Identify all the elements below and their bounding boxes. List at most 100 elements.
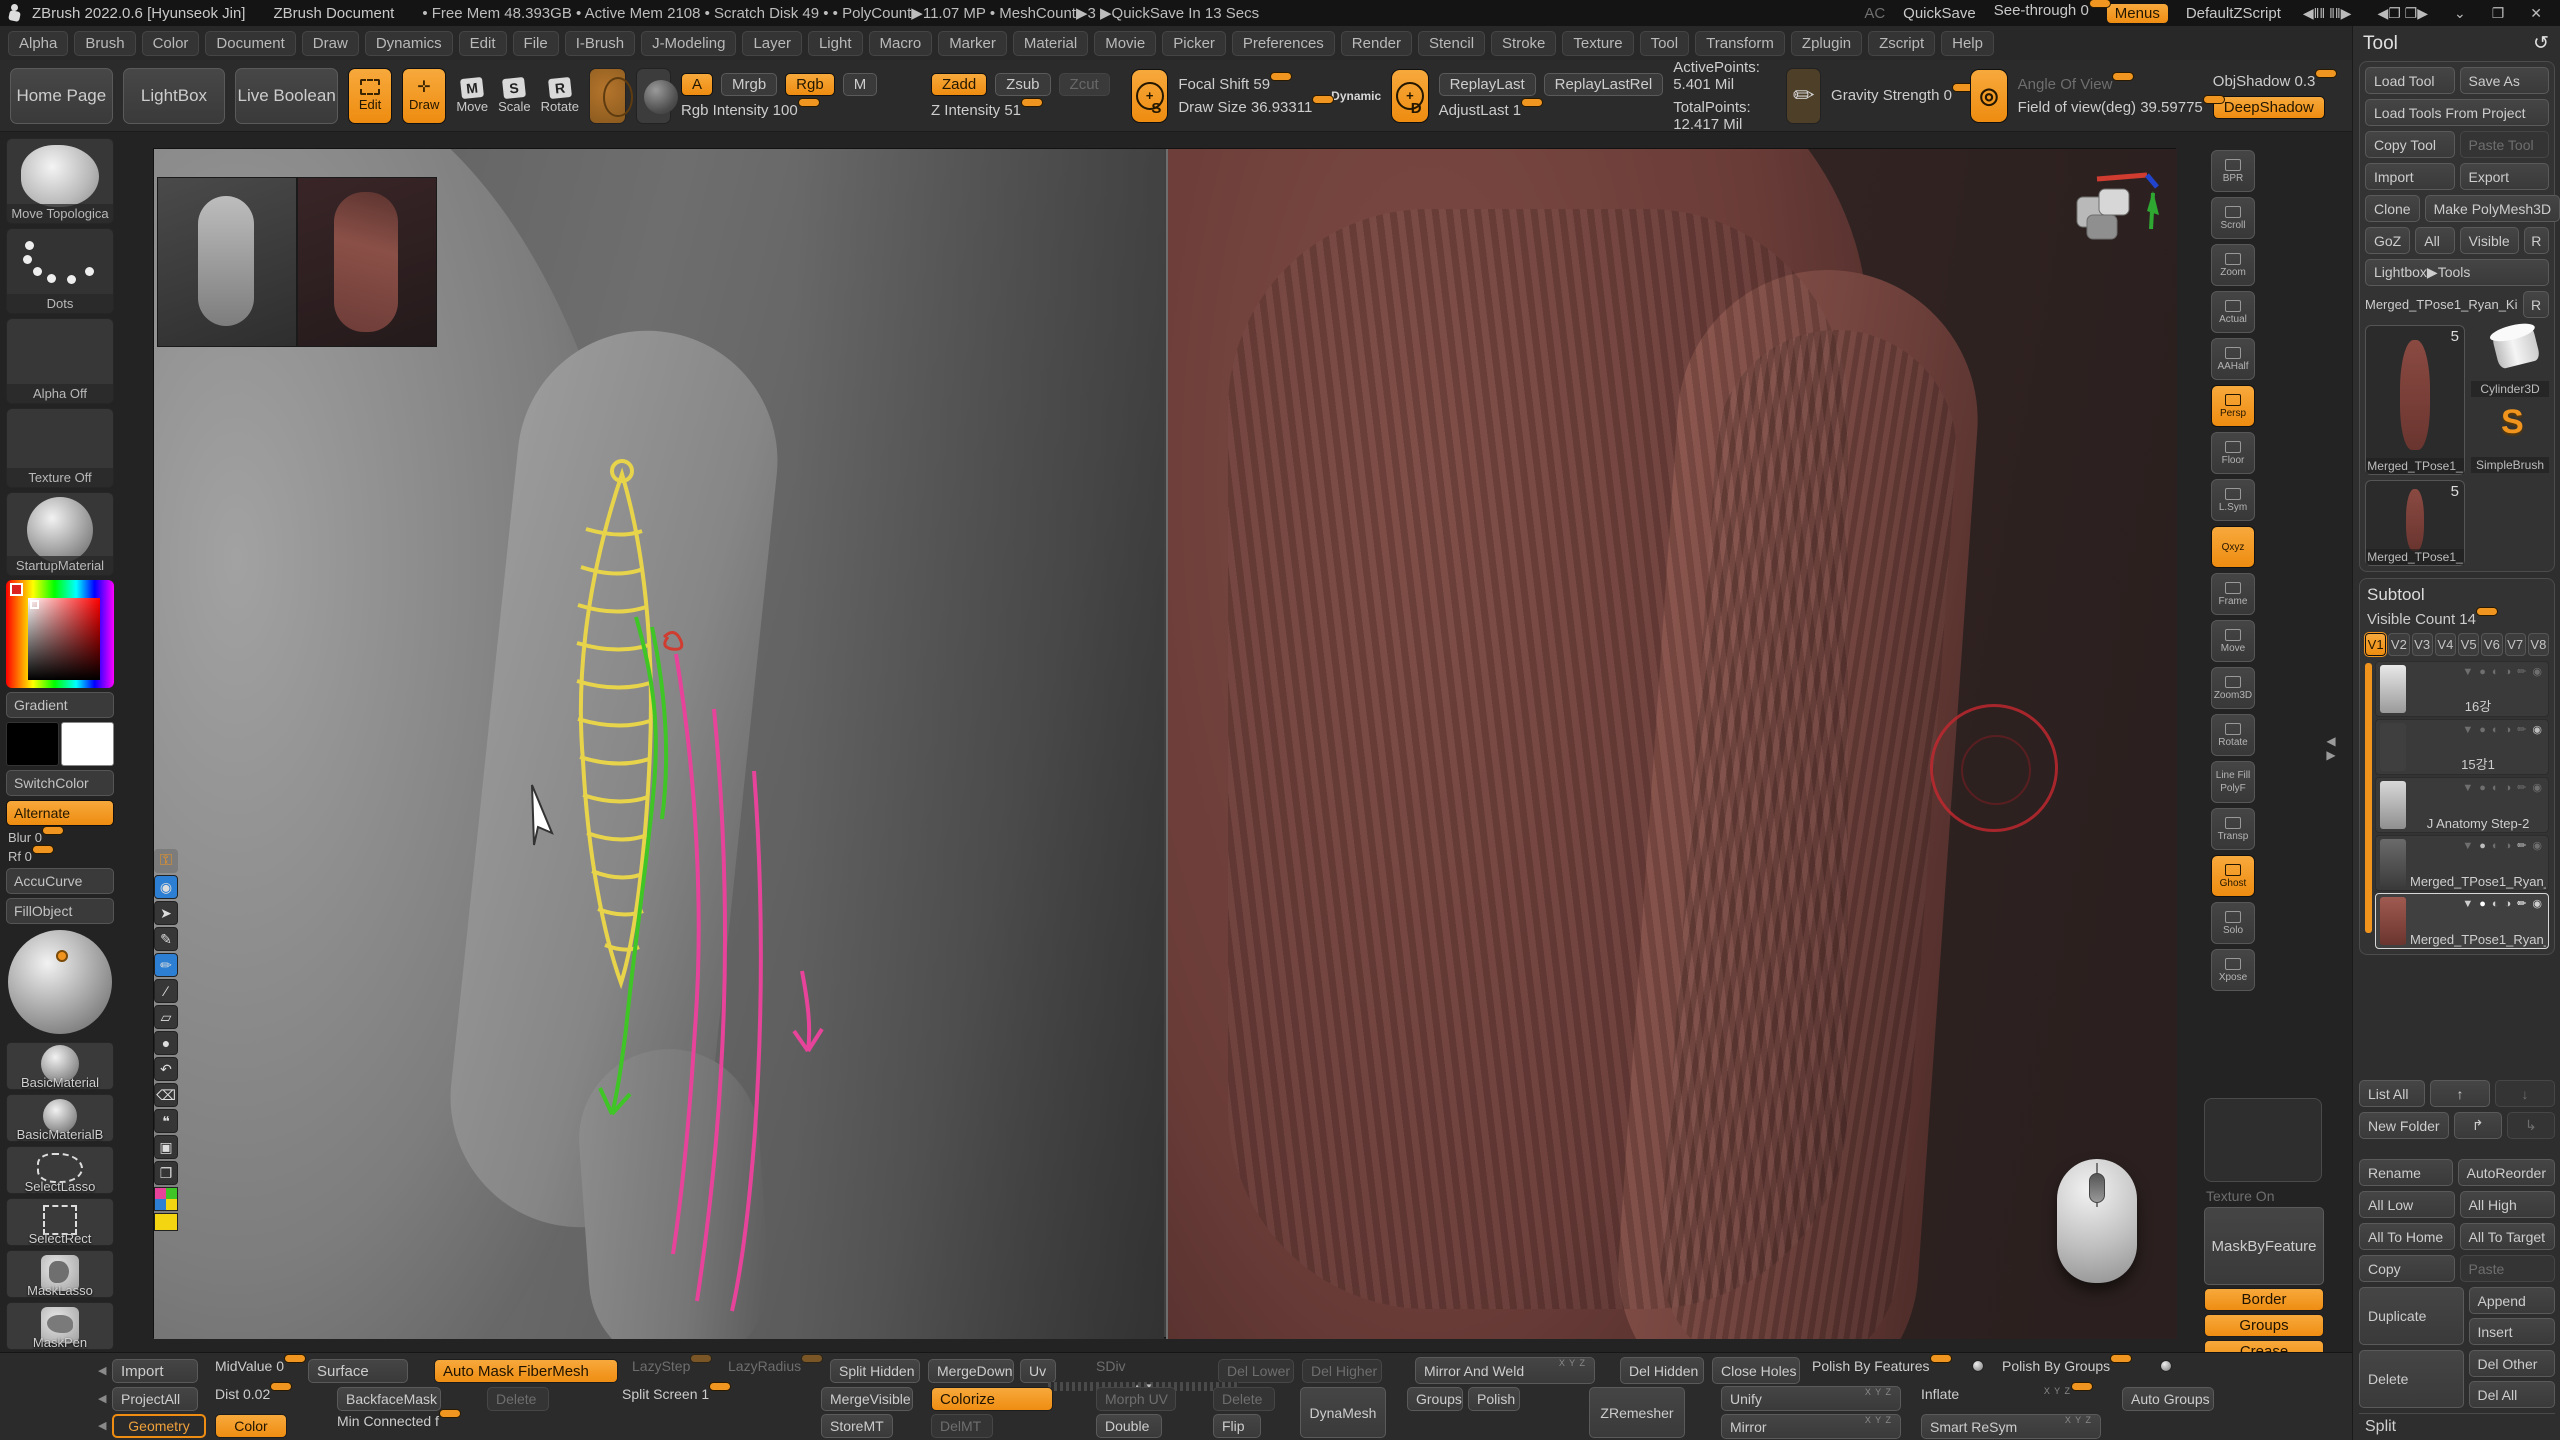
make-polymesh3d-button[interactable]: Make PolyMesh3D — [2425, 195, 2560, 222]
reset-icon[interactable]: ↺ — [2533, 32, 2549, 55]
shelf-ghost-button[interactable]: Ghost — [2211, 855, 2255, 897]
quicksave-button[interactable]: QuickSave — [1903, 5, 1976, 22]
quick-item-basicmaterial[interactable]: BasicMaterial — [6, 1042, 114, 1090]
active-tool-slider[interactable]: Merged_TPose1_Ryan_Kingsli — [2365, 297, 2518, 312]
pen-icon[interactable]: ✎ — [154, 927, 178, 951]
flip-button[interactable]: Flip — [1213, 1414, 1261, 1438]
row3-collapse-icon[interactable]: ◀ — [98, 1419, 106, 1432]
surface-button[interactable]: Surface — [308, 1359, 408, 1383]
menu-render[interactable]: Render — [1341, 31, 1412, 56]
menu-zplugin[interactable]: Zplugin — [1791, 31, 1862, 56]
row1-collapse-icon[interactable]: ◀ — [98, 1364, 106, 1377]
menu-brush[interactable]: Brush — [74, 31, 135, 56]
tab-v4[interactable]: V4 — [2435, 633, 2456, 656]
shelf-rotate-button[interactable]: Rotate — [2211, 714, 2255, 756]
blur-slider[interactable]: Blur 0 — [6, 830, 114, 845]
edit-toggle[interactable]: Edit — [348, 68, 392, 124]
list-all-button[interactable]: List All — [2359, 1080, 2425, 1107]
replay-last-button[interactable]: ReplayLast — [1439, 73, 1536, 96]
scale-button[interactable]: S Scale — [498, 78, 531, 114]
eraser-icon[interactable]: ▱ — [154, 1005, 178, 1029]
highlighter-icon[interactable]: ✏ — [154, 953, 178, 977]
undo-icon[interactable]: ↶ — [154, 1057, 178, 1081]
close-holes-button[interactable]: Close Holes — [1712, 1357, 1800, 1384]
menu-draw[interactable]: Draw — [302, 31, 359, 56]
menu-zscript[interactable]: Zscript — [1868, 31, 1935, 56]
active-tool-thumbnail[interactable]: 5 Merged_TPose1_ — [2365, 325, 2465, 475]
move-down-button[interactable]: ↓ — [2495, 1080, 2555, 1107]
delmt-button[interactable]: DelMT — [931, 1414, 993, 1438]
shelf-scroll-button[interactable]: Scroll — [2211, 197, 2255, 239]
viewport-left[interactable]: ⚿ ◉ ➤ ✎ ✏ ∕ ▱ ● ↶ ⌫ ❝ ▣ ❐ — [154, 149, 1164, 1339]
copy-tool-button[interactable]: Copy Tool — [2365, 131, 2455, 158]
chat-icon[interactable]: ❝ — [154, 1109, 178, 1133]
replay-last-rel-button[interactable]: ReplayLastRel — [1544, 73, 1664, 96]
polish-by-features-slider[interactable]: Polish By Features — [1812, 1358, 1962, 1374]
brush-selector[interactable]: Move Topologica — [6, 138, 114, 224]
split-hidden-button[interactable]: Split Hidden — [830, 1359, 920, 1383]
tool-item-cylinder3d[interactable]: Cylinder3D — [2471, 325, 2549, 397]
dynamesh-polish-toggle[interactable]: Polish — [1468, 1387, 1520, 1411]
shelf-move-button[interactable]: Move — [2211, 620, 2255, 662]
gravity-strength-slider[interactable]: Gravity Strength 0 — [1831, 87, 1960, 104]
menu-layer[interactable]: Layer — [742, 31, 802, 56]
alpha-selector[interactable]: Alpha Off — [6, 318, 114, 404]
cursor-icon[interactable]: ➤ — [154, 901, 178, 925]
annotation-active-color[interactable] — [154, 1213, 178, 1231]
shelf-aahalf-button[interactable]: AAHalf — [2211, 338, 2255, 380]
clone-button[interactable]: Clone — [2365, 195, 2420, 222]
auto-groups-button[interactable]: Auto Groups — [2122, 1387, 2214, 1411]
tool-item-simplebrush[interactable]: S SimpleBrush — [2471, 401, 2549, 473]
shelf-solo-button[interactable]: Solo — [2211, 902, 2255, 944]
color-tab[interactable]: Color — [215, 1414, 287, 1438]
visible-count-slider[interactable]: Visible Count 14 — [2365, 611, 2549, 628]
menu-dynamics[interactable]: Dynamics — [365, 31, 453, 56]
shelf-linefill-button[interactable]: Line FillPolyF — [2211, 761, 2255, 803]
rf-slider[interactable]: Rf 0 — [6, 849, 114, 864]
document-canvas[interactable]: ⚿ ◉ ➤ ✎ ✏ ∕ ▱ ● ↶ ⌫ ❝ ▣ ❐ — [153, 148, 2176, 1338]
shelf-qxyz-button[interactable]: Qxyz — [2211, 526, 2255, 568]
delete-subtool-button[interactable]: Delete — [2359, 1350, 2464, 1408]
menu-texture[interactable]: Texture — [1562, 31, 1633, 56]
quick-item-selectrect[interactable]: SelectRect — [6, 1198, 114, 1246]
home-page-button[interactable]: Home Page — [10, 68, 113, 124]
row2-collapse-icon[interactable]: ◀ — [98, 1392, 106, 1405]
polish-by-groups-slider[interactable]: Polish By Groups — [2002, 1358, 2150, 1374]
save-as-button[interactable]: Save As — [2460, 67, 2550, 94]
texture-selector[interactable]: Texture Off — [6, 408, 114, 488]
nav-gizmo[interactable] — [2069, 171, 2159, 281]
angle-of-view-slider[interactable]: Angle Of View — [2018, 76, 2203, 93]
live-boolean-button[interactable]: Live Boolean — [235, 68, 338, 124]
colorize-toggle[interactable]: Colorize — [931, 1387, 1053, 1411]
shelf-transp-button[interactable]: Transp — [2211, 808, 2255, 850]
menu-edit[interactable]: Edit — [459, 31, 507, 56]
dynamesh-button[interactable]: DynaMesh — [1300, 1387, 1386, 1438]
tab-v5[interactable]: V5 — [2458, 633, 2479, 656]
active-tool-r-button[interactable]: R — [2523, 291, 2549, 318]
mirror-button[interactable]: MirrorX Y Z — [1721, 1414, 1901, 1439]
obj-shadow-slider[interactable]: ObjShadow 0.3 — [2213, 73, 2342, 90]
mrgb-toggle[interactable]: Mrgb — [721, 73, 777, 96]
alternate-toggle[interactable]: Alternate — [6, 800, 114, 826]
draw-size-dial-icon[interactable]: +D — [1391, 69, 1428, 123]
fillobject-button[interactable]: FillObject — [6, 898, 114, 924]
menu-stencil[interactable]: Stencil — [1418, 31, 1485, 56]
shelf-persp-button[interactable]: Persp — [2211, 385, 2255, 427]
minimize-button[interactable]: ⌄ — [2450, 5, 2470, 22]
eye-icon[interactable]: ◉ — [154, 875, 178, 899]
all-low-button[interactable]: All Low — [2359, 1191, 2455, 1218]
shelf-zoom-button[interactable]: Zoom — [2211, 244, 2255, 286]
texture-preview-box[interactable] — [2204, 1098, 2322, 1182]
gradient-button[interactable]: Gradient — [6, 692, 114, 718]
viewport-right[interactable] — [1166, 149, 2177, 1339]
line-tool-icon[interactable]: ∕ — [154, 979, 178, 1003]
subtool-row[interactable]: ▼●◐◑✏◉ 16강 — [2375, 661, 2549, 717]
all-high-button[interactable]: All High — [2460, 1191, 2556, 1218]
reference-thumbnail-red[interactable] — [297, 177, 437, 347]
menu-tool[interactable]: Tool — [1640, 31, 1690, 56]
quick-item-maskpen[interactable]: MaskPen — [6, 1302, 114, 1350]
lazyradius-slider[interactable]: LazyRadius — [728, 1358, 814, 1374]
zremesher-button[interactable]: ZRemesher — [1589, 1387, 1685, 1438]
autoreorder-button[interactable]: AutoReorder — [2458, 1159, 2555, 1186]
duplicate-button[interactable]: Duplicate — [2359, 1287, 2464, 1345]
